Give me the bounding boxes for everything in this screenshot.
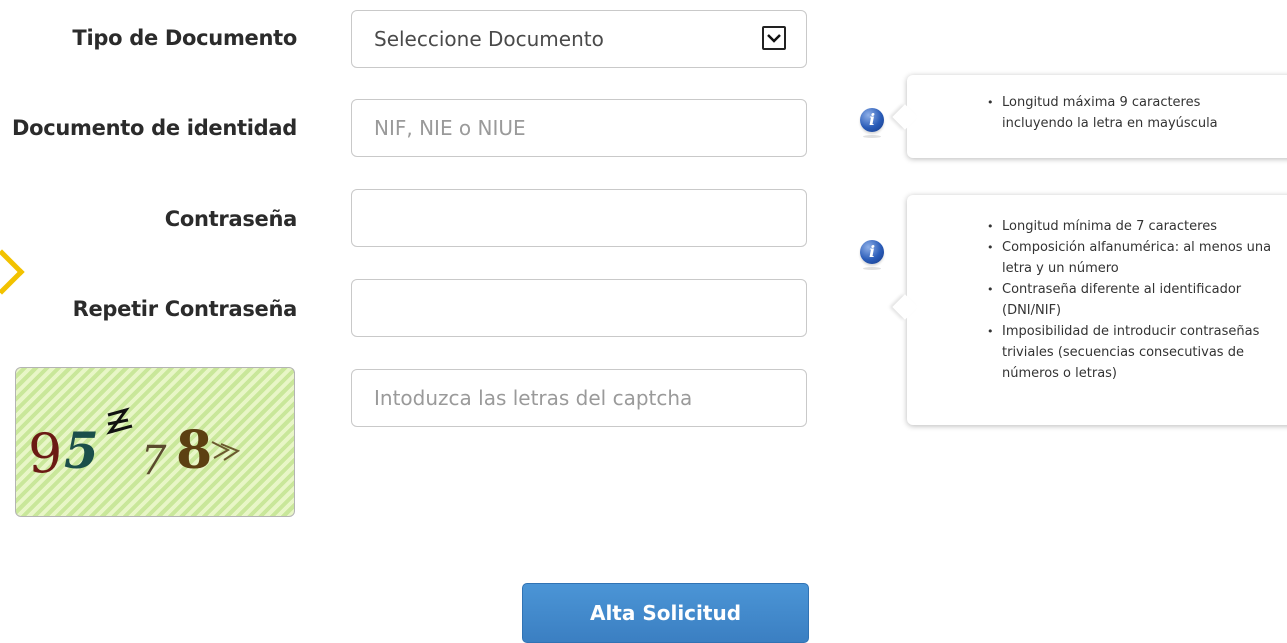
captcha-char-5: 8 (176, 420, 212, 481)
repetir-contrasena-label: Repetir Contraseña (72, 297, 298, 321)
info-icon-contrasena[interactable]: i (860, 240, 884, 270)
tipo-documento-select[interactable]: Seleccione Documento (351, 10, 807, 68)
captcha-char-1: 9 (28, 422, 62, 485)
captcha-char-3 (106, 407, 133, 435)
tooltip-contrasena-item: Imposibilidad de introducir contraseñas … (987, 321, 1272, 384)
tooltip-documento-list: Longitud máxima 9 caracteres incluyendo … (907, 92, 1287, 134)
tooltip-contrasena-item: Contraseña diferente al identificador (D… (987, 279, 1287, 321)
documento-identidad-label: Documento de identidad (12, 116, 297, 140)
chevron-down-icon[interactable] (762, 26, 786, 50)
captcha-char-4: 7 (141, 438, 167, 484)
contrasena-input[interactable] (374, 190, 806, 246)
alta-solicitud-button[interactable]: Alta Solicitud (522, 583, 809, 643)
tooltip-contrasena-item: Composición alfanumérica: al menos una l… (987, 237, 1272, 279)
tipo-documento-selected-value: Seleccione Documento (374, 27, 604, 51)
documento-identidad-field[interactable] (351, 99, 807, 157)
captcha-char-2: 5 (64, 421, 99, 480)
tooltip-documento-item: Longitud máxima 9 caracteres incluyendo … (987, 92, 1262, 134)
captcha-glyphs: 9 5 7 8 (28, 407, 241, 485)
captcha-input[interactable] (374, 370, 806, 426)
repetir-contrasena-input[interactable] (374, 280, 806, 336)
tooltip-contrasena: Longitud mínima de 7 caracteres Composic… (907, 195, 1287, 425)
documento-identidad-input[interactable] (374, 100, 806, 156)
captcha-field[interactable] (351, 369, 807, 427)
contrasena-field[interactable] (351, 189, 807, 247)
tipo-documento-label: Tipo de Documento (72, 26, 297, 50)
side-chevron-icon (0, 249, 25, 295)
tooltip-documento: Longitud máxima 9 caracteres incluyendo … (907, 75, 1287, 158)
repetir-contrasena-field[interactable] (351, 279, 807, 337)
tooltip-contrasena-item: Longitud mínima de 7 caracteres (987, 216, 1272, 237)
captcha-noise (211, 441, 241, 461)
contrasena-label: Contraseña (164, 207, 298, 231)
captcha-image: 9 5 7 8 (15, 367, 295, 517)
tooltip-contrasena-list: Longitud mínima de 7 caracteres Composic… (907, 216, 1287, 384)
info-icon-documento[interactable]: i (860, 108, 884, 138)
